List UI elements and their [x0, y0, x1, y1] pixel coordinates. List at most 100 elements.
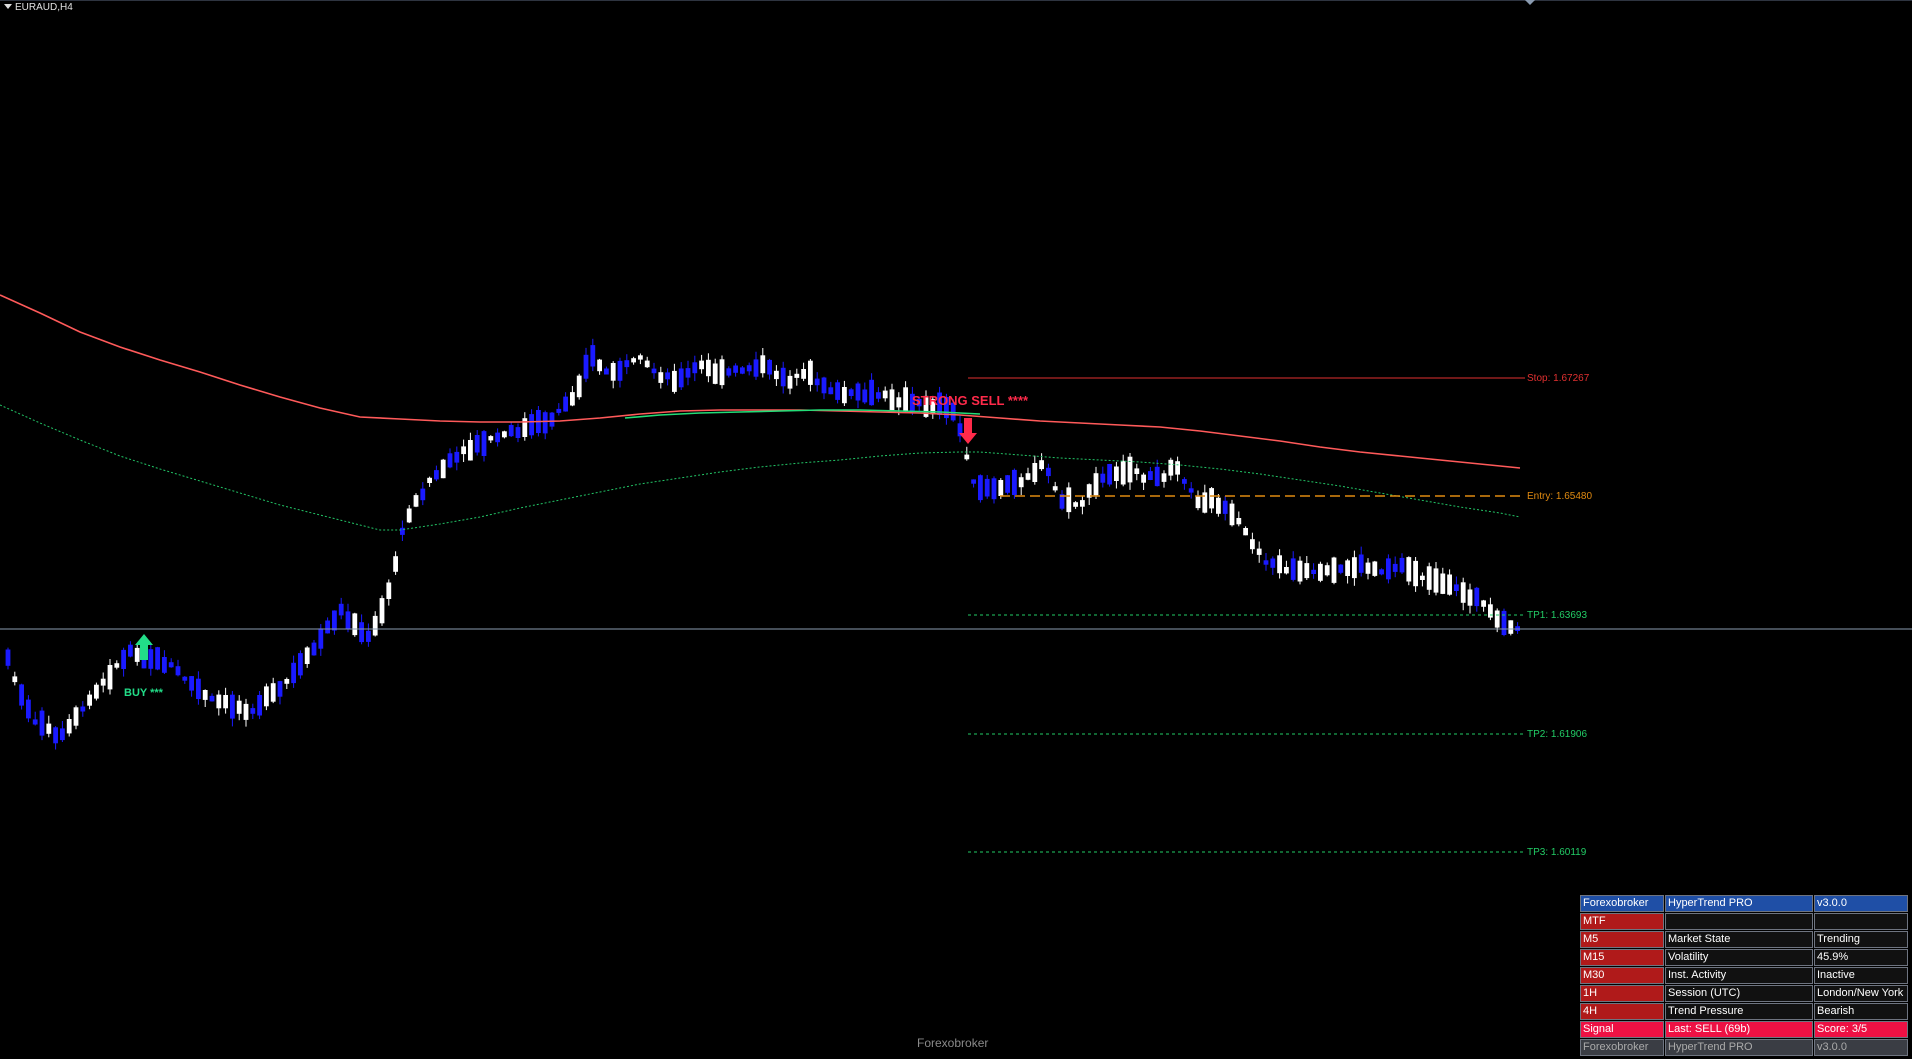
candle-body: [665, 372, 670, 380]
candle-body: [1222, 500, 1228, 514]
candle-body: [1168, 459, 1174, 476]
candle-body: [1161, 473, 1167, 482]
candle-body: [461, 446, 466, 455]
candle-body: [835, 382, 840, 400]
candles-layer: [5, 338, 1520, 750]
candle-body: [386, 582, 392, 599]
candle-body: [318, 628, 324, 649]
candle-body: [746, 365, 752, 372]
candle-body: [502, 431, 507, 438]
candle-body: [53, 727, 58, 744]
candle-body: [1154, 466, 1160, 487]
candle-body: [1345, 560, 1350, 576]
panel-cell: M30: [1580, 967, 1664, 984]
panel-row-m15: M15 Volatility 45.9%: [1580, 949, 1909, 967]
candle-body: [1372, 561, 1378, 576]
panel-cell: [1814, 913, 1908, 930]
tp3-level-label: TP3: 1.60119: [1527, 847, 1587, 858]
candle-body: [672, 370, 677, 392]
candle-body: [699, 360, 704, 370]
candle-body: [80, 706, 86, 712]
candle-body: [1454, 584, 1459, 591]
panel-cell: Forexobroker: [1580, 1039, 1664, 1056]
candle-body: [1494, 610, 1500, 628]
candle-body: [1290, 558, 1296, 580]
panel-cell: M15: [1580, 949, 1664, 966]
panel-row-signal: Signal Last: SELL (69b) Score: 3/5: [1580, 1021, 1909, 1039]
candle-body: [563, 396, 568, 412]
candle-body: [5, 649, 11, 666]
panel-cell: Market State: [1665, 931, 1813, 948]
candle-body: [189, 676, 194, 691]
panel-row-1h: 1H Session (UTC) London/New York: [1580, 985, 1909, 1003]
candle-body: [270, 683, 276, 702]
candle-body: [631, 358, 636, 363]
slow-moving-average-line: [0, 294, 1521, 469]
candle-body: [196, 678, 201, 699]
candle-body: [1209, 488, 1214, 509]
candle-body: [298, 653, 303, 676]
candle-body: [304, 647, 310, 664]
candle-body: [1277, 555, 1282, 574]
candle-body: [1447, 574, 1452, 595]
candle-body: [1304, 563, 1310, 579]
candle-body: [1284, 567, 1289, 574]
candle-body: [202, 690, 208, 700]
candle-body: [651, 368, 657, 374]
candle-body: [128, 644, 133, 657]
candle-body: [549, 412, 555, 427]
panel-cell: Inst. Activity: [1665, 967, 1813, 984]
candle-body: [1032, 463, 1038, 482]
candle-body: [855, 383, 861, 401]
candle-body: [155, 647, 160, 670]
candle-body: [338, 603, 344, 616]
candle-body: [753, 359, 759, 377]
candle-body: [1243, 528, 1248, 536]
candle-body: [889, 389, 895, 411]
candle-body: [882, 390, 888, 399]
candle-body: [808, 360, 813, 385]
panel-cell: Session (UTC): [1665, 985, 1813, 1002]
candle-body: [277, 681, 283, 697]
candle-body: [678, 368, 684, 388]
candle-body: [903, 387, 908, 412]
candle-body: [570, 392, 575, 406]
candle-body: [73, 707, 79, 726]
candle-body: [597, 359, 602, 372]
panel-cell: Bearish: [1814, 1003, 1908, 1020]
candle-body: [209, 695, 215, 702]
candle-body: [712, 363, 718, 384]
candle-body: [39, 710, 45, 736]
candle-body: [1229, 503, 1235, 526]
candle-body: [1046, 467, 1051, 477]
candle-body: [1467, 589, 1473, 606]
candle-body: [413, 495, 419, 507]
candle-body: [94, 684, 99, 699]
candle-body: [1481, 600, 1486, 607]
candle-body: [1018, 477, 1024, 488]
panel-cell: MTF: [1580, 913, 1664, 930]
candle-body: [32, 719, 38, 725]
candle-body: [1474, 587, 1480, 607]
candle-body: [325, 620, 330, 634]
candle-body: [1114, 466, 1119, 481]
candle-body: [216, 694, 222, 709]
candle-body: [1066, 487, 1072, 513]
candle-body: [964, 454, 970, 460]
candle-body: [379, 598, 385, 624]
panel-row-m5: M5 Market State Trending: [1580, 931, 1909, 949]
panel-cell: Signal: [1580, 1021, 1664, 1038]
candle-body: [1433, 568, 1439, 593]
candle-body: [1107, 464, 1112, 485]
candle-body: [604, 368, 609, 375]
candle-body: [26, 699, 31, 719]
candle-body: [780, 367, 786, 387]
watermark-text: Forexobroker: [917, 1036, 989, 1050]
candle-body: [332, 610, 337, 631]
panel-cell: HyperTrend PRO: [1665, 895, 1813, 912]
candle-body: [175, 666, 181, 676]
candle-body: [515, 427, 521, 438]
candle-body: [454, 451, 460, 463]
candle-body: [876, 392, 881, 399]
candle-body: [352, 613, 358, 636]
